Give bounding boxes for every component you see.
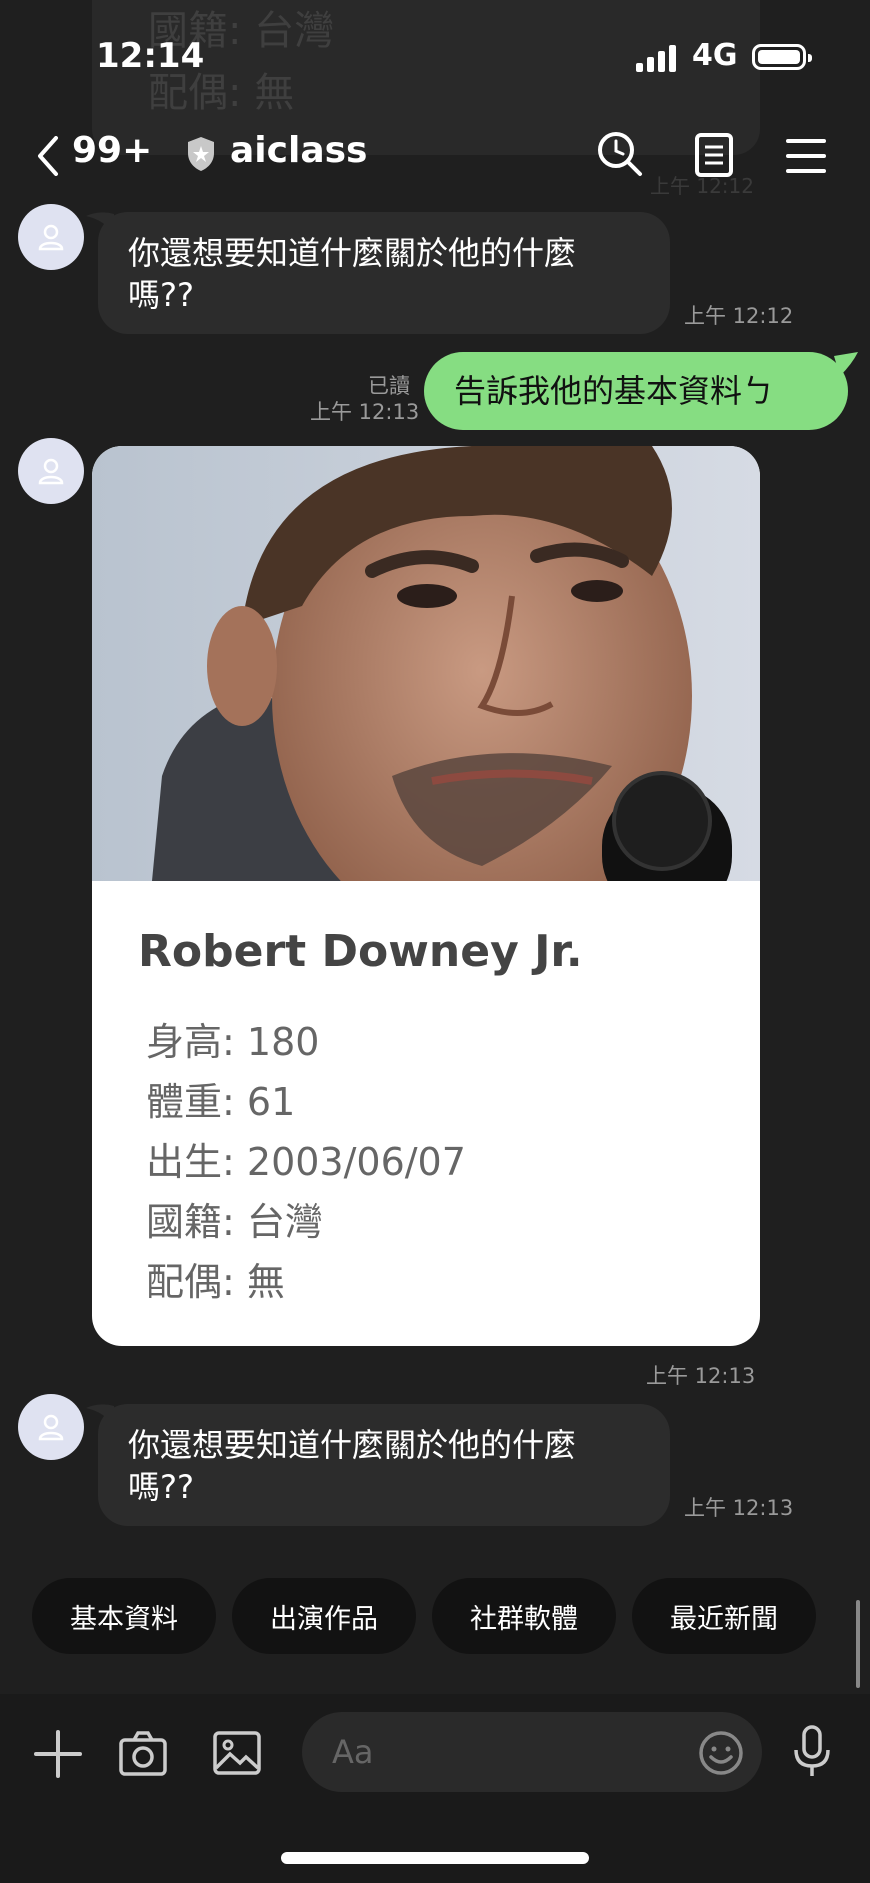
home-indicator (281, 1852, 589, 1864)
received-message-bubble: 你還想要知道什麼關於他的什麼 嗎?? (98, 1404, 670, 1526)
info-label: 出生: (146, 1140, 247, 1184)
info-value: 台灣 (246, 1200, 323, 1244)
person-icon (38, 224, 64, 251)
microphone-icon (794, 1725, 830, 1776)
profile-card[interactable]: Robert Downey Jr. 身高: 180 體重: 61 出生: 200… (92, 446, 760, 1346)
quick-reply-social-media[interactable]: 社群軟體 (432, 1578, 616, 1654)
search-button[interactable] (596, 130, 644, 178)
info-value: 61 (246, 1080, 296, 1124)
info-row-height: 身高: 180 (146, 1011, 319, 1066)
info-value: 180 (246, 1020, 320, 1064)
battery-icon (752, 44, 812, 70)
signal-icon (636, 44, 678, 72)
info-label: 國籍: (146, 1200, 247, 1244)
quick-reply-filmography[interactable]: 出演作品 (232, 1578, 416, 1654)
info-value: 2003/06/07 (246, 1140, 466, 1184)
message-time: 上午 12:13 (684, 1496, 794, 1520)
menu-button[interactable] (786, 138, 826, 174)
smiley-icon (699, 1731, 743, 1775)
message-time: 上午 12:13 (646, 1364, 756, 1388)
info-label: 配偶: (146, 1260, 247, 1304)
camera-button[interactable] (118, 1728, 168, 1778)
info-row-nationality: 國籍: 台灣 (146, 1191, 323, 1246)
status-time: 12:14 (96, 36, 205, 76)
bot-avatar[interactable] (18, 438, 84, 504)
message-text: 告訴我他的基本資料ㄅ (454, 372, 775, 410)
bubble-tail-icon (834, 352, 858, 376)
info-row-weight: 體重: 61 (146, 1071, 295, 1126)
image-icon (213, 1731, 261, 1775)
person-icon (38, 458, 64, 485)
notes-button[interactable] (694, 132, 734, 178)
notes-icon (695, 133, 733, 177)
hamburger-menu-icon (786, 139, 826, 173)
search-icon (598, 132, 642, 176)
bubble-tail-icon (86, 212, 114, 234)
previous-card-fragment: 國籍: 台灣 配偶: 無 (92, 0, 760, 155)
back-button[interactable] (34, 136, 70, 176)
message-text-line: 你還想要知道什麼關於他的什麼 (128, 1426, 577, 1464)
bot-avatar[interactable] (18, 1394, 84, 1460)
info-row-birth: 出生: 2003/06/07 (146, 1131, 466, 1186)
message-time: 上午 12:12 (684, 304, 794, 328)
bot-avatar[interactable] (18, 204, 84, 270)
voice-button[interactable] (792, 1724, 832, 1780)
emoji-button[interactable] (698, 1730, 744, 1776)
profile-name: Robert Downey Jr. (138, 926, 583, 977)
message-input[interactable] (302, 1712, 762, 1792)
shield-icon (186, 136, 216, 172)
received-message-bubble: 你還想要知道什麼關於他的什麼 嗎?? (98, 212, 670, 334)
info-label: 體重: (146, 1080, 247, 1124)
info-value: 無 (246, 1260, 285, 1304)
network-type: 4G (692, 38, 738, 73)
gallery-button[interactable] (212, 1728, 262, 1778)
plus-icon (34, 1730, 82, 1778)
person-icon (38, 1414, 64, 1441)
message-text-line: 你還想要知道什麼關於他的什麼 (128, 234, 577, 272)
bubble-tail-icon (86, 1404, 114, 1426)
quick-reply-basic-info[interactable]: 基本資料 (32, 1578, 216, 1654)
chat-room-name[interactable]: aiclass (230, 130, 367, 171)
camera-icon (119, 1731, 167, 1776)
unread-count[interactable]: 99+ (72, 130, 152, 171)
profile-photo (92, 446, 760, 881)
sent-message-bubble: 告訴我他的基本資料ㄅ (424, 352, 848, 430)
add-button[interactable] (34, 1730, 82, 1778)
quick-reply-latest-news[interactable]: 最近新聞 (632, 1578, 816, 1654)
message-text-line: 嗎?? (128, 1468, 194, 1506)
message-time: 上午 12:13 (310, 400, 420, 424)
scrollbar[interactable] (856, 1600, 860, 1688)
info-row-spouse: 配偶: 無 (146, 1251, 285, 1306)
message-text-line: 嗎?? (128, 276, 194, 314)
chevron-left-icon (38, 136, 58, 176)
info-label: 身高: (146, 1020, 247, 1064)
